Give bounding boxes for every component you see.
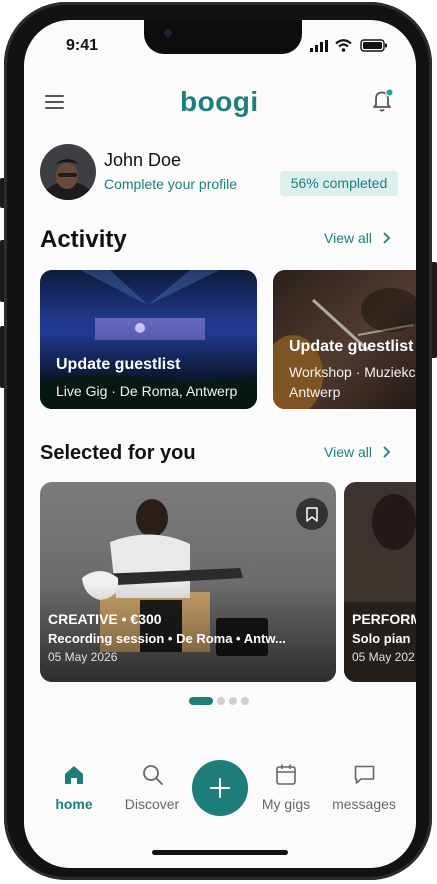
nav-item-discover[interactable]: Discover	[112, 762, 192, 822]
home-icon	[65, 766, 83, 784]
activity-heading: Activity	[40, 226, 127, 253]
card-subtitle: Workshop · Muziekc	[289, 364, 416, 380]
nav-item-my-gigs[interactable]: My gigs	[246, 762, 326, 822]
plus-icon	[210, 778, 230, 798]
gig-date: 05 May 2026	[48, 650, 118, 664]
complete-profile-link[interactable]: Complete your profile	[104, 176, 237, 192]
carousel-dot[interactable]	[217, 697, 225, 705]
nav-label-home: home	[55, 796, 93, 812]
dynamic-notch	[144, 20, 302, 54]
gig-title: Recording session • De Roma • Antw...	[48, 631, 286, 646]
app-logo: boogi	[180, 86, 259, 117]
selected-view-all[interactable]: View all	[324, 444, 392, 462]
nav-item-home[interactable]: home	[34, 762, 114, 822]
activity-card[interactable]: Update guestlist Workshop · Muziekc Antw…	[273, 270, 416, 409]
nav-label-my-gigs: My gigs	[261, 796, 311, 812]
message-icon	[354, 765, 375, 784]
bookmark-button[interactable]	[296, 498, 328, 530]
menu-icon[interactable]	[45, 94, 65, 110]
gig-card[interactable]: CREATIVE • €300 Recording session • De R…	[40, 482, 336, 682]
notification-dot	[385, 88, 394, 97]
avatar[interactable]	[40, 144, 96, 200]
card-subtitle: Live Gig · De Roma, Antwerp	[56, 383, 238, 399]
gig-category: CREATIVE • €300	[48, 611, 162, 627]
view-all-label: View all	[324, 444, 372, 460]
signal-icon	[310, 40, 328, 52]
search-icon	[143, 765, 163, 785]
chevron-right-icon	[383, 446, 391, 458]
card-subtitle-line2: Antwerp	[289, 384, 341, 400]
card-title: Update guestlist	[56, 356, 181, 373]
view-all-label: View all	[324, 230, 372, 246]
bookmark-icon	[306, 507, 318, 522]
carousel-dot[interactable]	[241, 697, 249, 705]
carousel-dot[interactable]	[229, 697, 237, 705]
gig-category: PERFORM	[352, 611, 416, 627]
nav-label-messages: messages	[332, 796, 396, 812]
create-fab-button[interactable]	[192, 760, 248, 816]
phone-frame: 9:41 boogi John Doe Complete your profil…	[4, 2, 432, 880]
wifi-icon	[335, 39, 352, 52]
camera-icon	[164, 29, 172, 37]
carousel-dot-active[interactable]	[189, 697, 213, 705]
home-indicator[interactable]	[152, 850, 288, 855]
status-time: 9:41	[66, 37, 99, 54]
chevron-right-icon	[383, 232, 391, 244]
activity-card[interactable]: Update guestlist Live Gig · De Roma, Ant…	[40, 270, 257, 409]
nav-label-discover: Discover	[124, 796, 180, 812]
completion-badge: 56% completed	[280, 171, 398, 196]
card-title: Update guestlist	[289, 338, 414, 355]
calendar-icon	[276, 764, 296, 785]
battery-icon	[360, 39, 387, 52]
bell-icon[interactable]	[371, 88, 395, 114]
gig-date: 05 May 202	[352, 650, 415, 664]
gig-title: Solo pian	[352, 631, 411, 646]
selected-heading: Selected for you	[40, 442, 196, 464]
activity-view-all[interactable]: View all	[324, 230, 392, 248]
gig-card[interactable]: PERFORM Solo pian 05 May 202	[344, 482, 416, 682]
profile-name: John Doe	[104, 150, 182, 170]
nav-item-messages[interactable]: messages	[324, 762, 404, 822]
app-screen: 9:41 boogi John Doe Complete your profil…	[24, 20, 416, 868]
